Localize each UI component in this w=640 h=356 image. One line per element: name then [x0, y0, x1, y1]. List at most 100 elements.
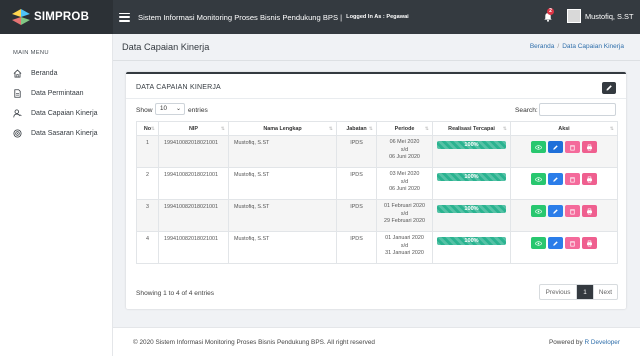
hamburger-menu-icon[interactable] — [119, 12, 130, 22]
cell-jabatan: IPDS — [336, 199, 377, 232]
sidebar-item-label: Data Permintaan — [31, 89, 84, 97]
pencil-icon — [553, 240, 558, 246]
print-button[interactable] — [582, 237, 597, 249]
column-header-periode[interactable]: Periode ⇅ — [376, 121, 433, 136]
table-header-row: No ⇅ NIP ⇅ Nama Lengkap ⇅ Jabatan ⇅ Periode ⇅… — [136, 121, 618, 136]
entries-select[interactable]: 10 ⌄ — [155, 103, 185, 115]
delete-button[interactable] — [565, 173, 580, 185]
cell-nama: Mustofiq, S.ST — [228, 167, 337, 200]
column-header-aksi[interactable]: Aksi ⇅ — [510, 121, 618, 136]
action-buttons — [511, 236, 617, 249]
column-header-label: Nama Lengkap — [263, 125, 302, 132]
action-buttons — [511, 172, 617, 185]
logged-in-label: Logged In As : Pegawai — [346, 14, 409, 20]
brand[interactable]: SIMPROB — [0, 0, 113, 34]
sidebar-item-data-permintaan[interactable]: Data Permintaan — [0, 84, 113, 102]
powered-by: Powered by R Developer — [549, 339, 620, 346]
cell-realisasi: 100% — [432, 167, 511, 200]
sidebar-item-data-sasaran-kinerja[interactable]: Data Sasaran Kinerja — [0, 124, 113, 142]
column-header-label: Realisasi Tercapai — [448, 125, 495, 132]
periode-end: 06 Juni 2020 — [389, 186, 420, 192]
periode-sd: s/d — [400, 242, 409, 249]
column-header-realisasi[interactable]: Realisasi Tercapai ⇅ — [432, 121, 511, 136]
notification-badge: 2 — [547, 8, 554, 15]
periode-start: 01 Februari 2020 — [383, 203, 426, 209]
cell-periode: 06 Mei 2020 s/d 06 Juni 2020 — [376, 135, 433, 168]
print-icon — [587, 144, 592, 150]
edit-button[interactable] — [602, 82, 616, 94]
periode-end: 06 Juni 2020 — [389, 154, 420, 160]
delete-button[interactable] — [565, 205, 580, 217]
eye-icon — [535, 176, 542, 182]
print-icon — [587, 208, 592, 214]
view-button[interactable] — [531, 141, 546, 153]
card-title: DATA CAPAIAN KINERJA — [136, 84, 221, 91]
cell-aksi — [510, 135, 618, 168]
cell-nip: 199410082018021001 — [158, 167, 229, 200]
sidebar-item-beranda[interactable]: Beranda — [0, 64, 113, 82]
delete-button[interactable] — [565, 237, 580, 249]
document-icon — [14, 88, 21, 98]
trash-icon — [570, 208, 575, 214]
breadcrumb-link-current[interactable]: Data Capaian Kinerja — [562, 43, 624, 50]
pencil-icon — [606, 85, 612, 91]
periode-sd: s/d — [400, 210, 409, 217]
previous-page-button[interactable]: Previous — [540, 285, 577, 299]
sort-icon: ⇅ — [609, 126, 614, 132]
column-header-no[interactable]: No ⇅ — [136, 121, 159, 136]
cell-nip: 199410082018021001 — [158, 231, 229, 264]
eye-icon — [535, 144, 542, 150]
footer: © 2020 Sistem Informasi Monitoring Prose… — [113, 327, 640, 356]
edit-row-button[interactable] — [548, 173, 563, 185]
cell-periode: 01 Februari 2020 s/d 29 Februari 2020 — [376, 199, 433, 232]
page-1-button[interactable]: 1 — [577, 285, 593, 299]
cell-jabatan: IPDS — [336, 167, 377, 200]
delete-button[interactable] — [565, 141, 580, 153]
cell-no: 3 — [136, 199, 159, 232]
entries-select-value: 10 — [160, 105, 167, 112]
sidebar-item-label: Data Sasaran Kinerja — [31, 129, 98, 137]
sidebar-item-data-capaian-kinerja[interactable]: Data Capaian Kinerja — [0, 104, 113, 122]
column-header-label: Jabatan — [346, 125, 367, 132]
view-button[interactable] — [531, 205, 546, 217]
pencil-icon — [553, 144, 558, 150]
print-button[interactable] — [582, 173, 597, 185]
progress-fill: 100% — [437, 173, 506, 181]
sidebar: MAIN MENU Beranda Data Permintaan Data C… — [0, 34, 113, 356]
column-header-label: Aksi — [558, 125, 570, 132]
trash-icon — [570, 176, 575, 182]
progress-bar: 100% — [437, 205, 506, 213]
cell-no: 2 — [136, 167, 159, 200]
cell-periode: 03 Mei 2020 s/d 06 Juni 2020 — [376, 167, 433, 200]
breadcrumb-link-beranda[interactable]: Beranda — [530, 43, 555, 50]
periode-end: 31 Januari 2020 — [385, 250, 424, 256]
cell-nama: Mustofiq, S.ST — [228, 199, 337, 232]
sort-icon: ⇅ — [150, 126, 155, 132]
print-button[interactable] — [582, 141, 597, 153]
user-name[interactable]: Mustofiq, S.ST — [585, 12, 633, 21]
cell-jabatan: IPDS — [336, 135, 377, 168]
sort-icon: ⇅ — [502, 126, 507, 132]
column-header-jabatan[interactable]: Jabatan ⇅ — [336, 121, 377, 136]
edit-row-button[interactable] — [548, 141, 563, 153]
sidebar-item-label: Data Capaian Kinerja — [31, 109, 98, 117]
progress-bar: 100% — [437, 173, 506, 181]
print-button[interactable] — [582, 205, 597, 217]
edit-row-button[interactable] — [548, 237, 563, 249]
view-button[interactable] — [531, 173, 546, 185]
view-button[interactable] — [531, 237, 546, 249]
column-header-nama[interactable]: Nama Lengkap ⇅ — [228, 121, 337, 136]
column-header-label: NIP — [189, 125, 198, 132]
action-buttons — [511, 140, 617, 153]
next-page-button[interactable]: Next — [593, 285, 617, 299]
cell-realisasi: 100% — [432, 231, 511, 264]
data-card: DATA CAPAIAN KINERJA Show 10 ⌄ entries Se… — [126, 72, 626, 309]
cell-periode: 01 Januari 2020 s/d 31 Januari 2020 — [376, 231, 433, 264]
search-input[interactable] — [539, 103, 616, 116]
avatar[interactable] — [567, 9, 581, 23]
column-header-nip[interactable]: NIP ⇅ — [158, 121, 229, 136]
breadcrumb-separator: / — [557, 43, 560, 50]
edit-row-button[interactable] — [548, 205, 563, 217]
developer-link[interactable]: R Developer — [584, 339, 620, 346]
logo-icon — [12, 9, 30, 25]
